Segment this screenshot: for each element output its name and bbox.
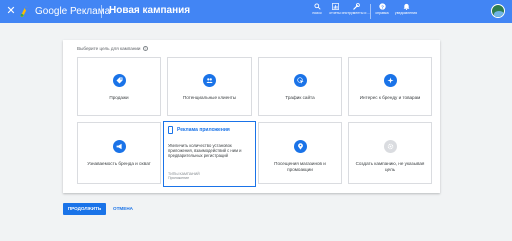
help-icon: ? — [378, 3, 386, 10]
bell-icon — [403, 3, 409, 10]
goal-app-description: Увеличить количество установок приложени… — [168, 143, 242, 159]
goal-label-awareness: Узнаваемость бренда и охват — [87, 161, 151, 166]
sparkle-icon — [383, 74, 397, 87]
google-ads-logo-icon — [20, 6, 32, 17]
goal-label-app: Реклама приложения — [177, 127, 230, 133]
campaign-types-value: Приложение — [168, 176, 190, 181]
goal-label-store: Посещения магазинов и промоакции — [274, 161, 326, 172]
goal-tile-awareness[interactable]: Узнаваемость бренда и охват — [77, 122, 161, 184]
goal-prompt: Выберите цель для кампании ? — [77, 46, 148, 52]
goal-label-sales: Продажи — [109, 95, 129, 100]
header-divider — [101, 5, 102, 18]
account-avatar[interactable] — [491, 4, 505, 18]
wrench-icon — [352, 3, 360, 10]
goal-label-no-goal: Создать кампанию, не указывая цель — [355, 161, 425, 172]
goal-tile-no-goal[interactable]: Создать кампанию, не указывая цель — [348, 122, 432, 184]
phone-icon — [168, 126, 173, 134]
goal-label-consideration: Интерес к бренду и товарам — [359, 95, 421, 100]
megaphone-icon — [112, 140, 126, 153]
cancel-button[interactable]: ОТМЕНА — [110, 203, 136, 215]
goal-tile-store[interactable]: Посещения магазинов и промоакции — [258, 122, 342, 184]
pin-icon — [293, 140, 307, 153]
goal-label-leads: Потенциальные клиенты — [182, 95, 237, 100]
goal-card: Выберите цель для кампании ? Продажи Пот… — [63, 40, 440, 193]
notifications-tool-label: уведомления — [394, 11, 418, 15]
notifications-tool[interactable]: уведомления — [391, 3, 421, 15]
goal-tile-sales[interactable]: Продажи — [77, 57, 161, 116]
close-icon[interactable]: ✕ — [5, 5, 17, 17]
gear-icon — [383, 140, 397, 153]
goal-tile-leads[interactable]: Потенциальные клиенты — [167, 57, 252, 116]
goal-prompt-text: Выберите цель для кампании — [77, 46, 141, 51]
people-icon — [203, 74, 216, 87]
top-bar: ✕ Google Реклама Новая кампания поиск от… — [0, 0, 512, 23]
bar-chart-icon — [331, 3, 339, 10]
continue-button[interactable]: ПРОДОЛЖИТЬ — [63, 203, 106, 215]
page-title: Новая кампания — [109, 5, 191, 16]
brand-name: Google Реклама — [35, 6, 111, 17]
goal-tile-consideration[interactable]: Интерес к бренду и товарам — [348, 57, 432, 116]
cursor-icon — [293, 74, 307, 87]
svg-text:?: ? — [381, 4, 384, 10]
goal-tile-app[interactable]: Реклама приложения Увеличить количество … — [163, 121, 256, 187]
tag-icon — [112, 74, 126, 87]
goal-tile-traffic[interactable]: Трафик сайта — [258, 57, 342, 116]
goal-app-campaign-types: ТИПЫ КАМПАНИЙ Приложение — [168, 172, 251, 181]
help-icon[interactable]: ? — [142, 46, 148, 52]
goal-label-traffic: Трафик сайта — [285, 95, 315, 100]
